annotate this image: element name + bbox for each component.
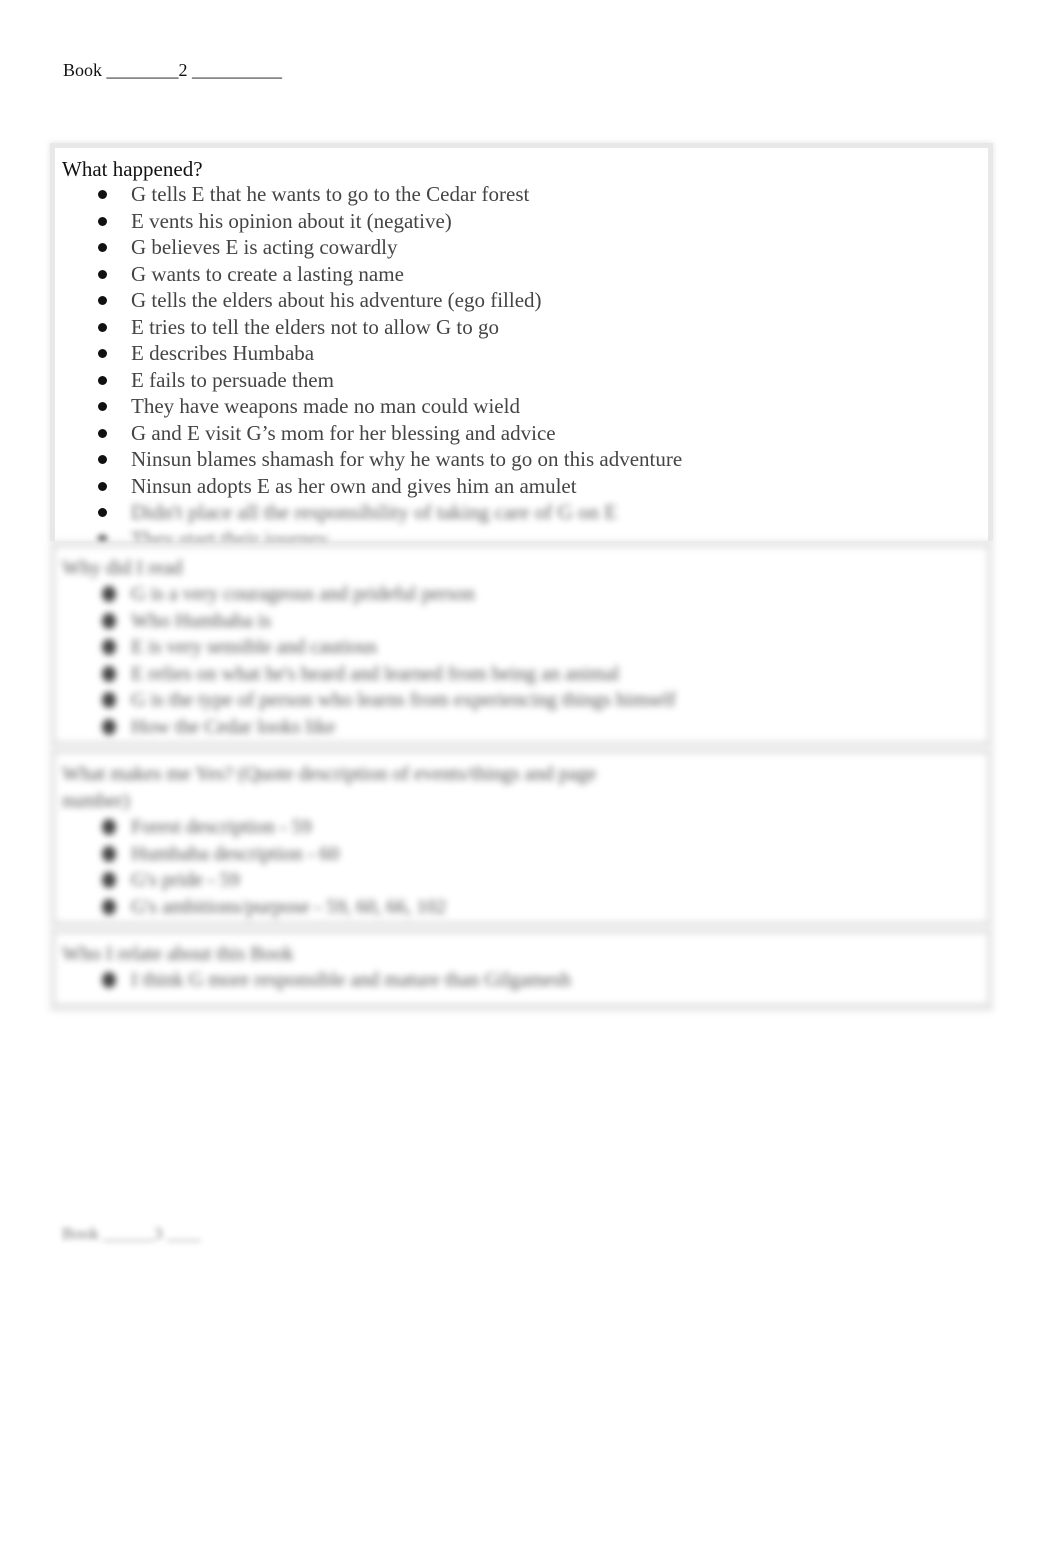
bullet-icon [102,898,116,915]
list-item: E relies on what he's heard and learned … [62,661,979,688]
list-item: G's pride - 59 [62,867,979,894]
book-number: 2 [178,60,188,80]
bullet-icon [102,845,116,862]
section-quotes: What makes me Yes? (Quote description of… [50,747,993,927]
list-item: E tries to tell the elders not to allow … [62,314,980,341]
section-title: What happened? [62,157,203,181]
bullet-icon [102,819,116,835]
book-label: Book [63,60,103,80]
section-title: Why did I read [62,557,183,579]
list-item: E is very sensible and cautious [62,634,979,661]
bullet-icon [102,586,116,602]
bullet-icon [98,322,107,332]
next-book-header: Book ______3 ____ [62,1224,201,1243]
notes-table: What happened? G tells E that he wants t… [50,143,993,1011]
list-item: Forest description - 59 [62,814,979,841]
bullet-icon [98,375,107,385]
book-blank-before: ________ [106,60,179,80]
section-what-happened: What happened? G tells E that he wants t… [50,143,993,551]
section-why-read: Why did I read G is a very courageous an… [50,541,993,747]
list-item: G tells the elders about his adventure (… [62,287,980,314]
relate-list: I think G more responsible and mature th… [62,967,979,994]
list-item: They have weapons made no man could wiel… [62,393,980,420]
list-item: Humbaba description - 60 [62,841,979,868]
bullet-icon [98,243,107,252]
bullet-icon [102,665,116,682]
bullet-icon [98,455,107,464]
list-item: E vents his opinion about it (negative) [62,208,980,235]
list-item: E describes Humbaba [62,340,980,367]
book-header: Book ________2 __________ [63,60,282,81]
bullet-icon [102,612,116,629]
list-item: Who Humbaba is [62,608,979,635]
bullet-icon [98,402,107,411]
section-title-cont: number) [62,790,130,812]
list-item: I think G more responsible and mature th… [62,967,979,994]
list-item-blurred: Didn't place all the responsibility of t… [62,499,980,526]
list-item: G is the type of person who learns from … [62,687,979,714]
bullet-icon [102,872,116,888]
list-item: G believes E is acting cowardly [62,234,980,261]
list-item: G wants to create a lasting name [62,261,980,288]
quotes-list: Forest description - 59 Humbaba descript… [62,814,979,920]
bullet-icon [102,718,116,735]
bullet-icon [98,296,107,305]
bullet-icon [102,972,116,988]
bullet-icon [98,216,107,226]
list-item: Ninsun blames shamash for why he wants t… [62,446,980,473]
list-item: E fails to persuade them [62,367,980,394]
bullet-icon [102,639,116,655]
list-item: G's ambitions/purpose - 59, 60, 66, 102 [62,894,979,921]
list-item: Ninsun adopts E as her own and gives him… [62,473,980,500]
bullet-icon [98,349,107,358]
bullet-icon [98,269,107,279]
section-title: Who I relate about this Book [62,943,294,965]
list-item: G and E visit G’s mom for her blessing a… [62,420,980,447]
book-blank-after: __________ [192,60,283,80]
section-relate: Who I relate about this Book I think G m… [50,927,993,1011]
bullet-icon [98,508,107,517]
section-title: What makes me Yes? (Quote description of… [62,763,597,785]
list-item: G tells E that he wants to go to the Ced… [62,181,980,208]
list-item: G is a very courageous and prideful pers… [62,581,979,608]
reasons-list: G is a very courageous and prideful pers… [62,581,979,740]
bullet-icon [102,692,116,708]
events-list: G tells E that he wants to go to the Ced… [62,181,980,552]
list-item: How the Cedar looks like [62,714,979,741]
bullet-icon [98,190,107,199]
bullet-icon [98,481,107,491]
bullet-icon [98,428,107,438]
